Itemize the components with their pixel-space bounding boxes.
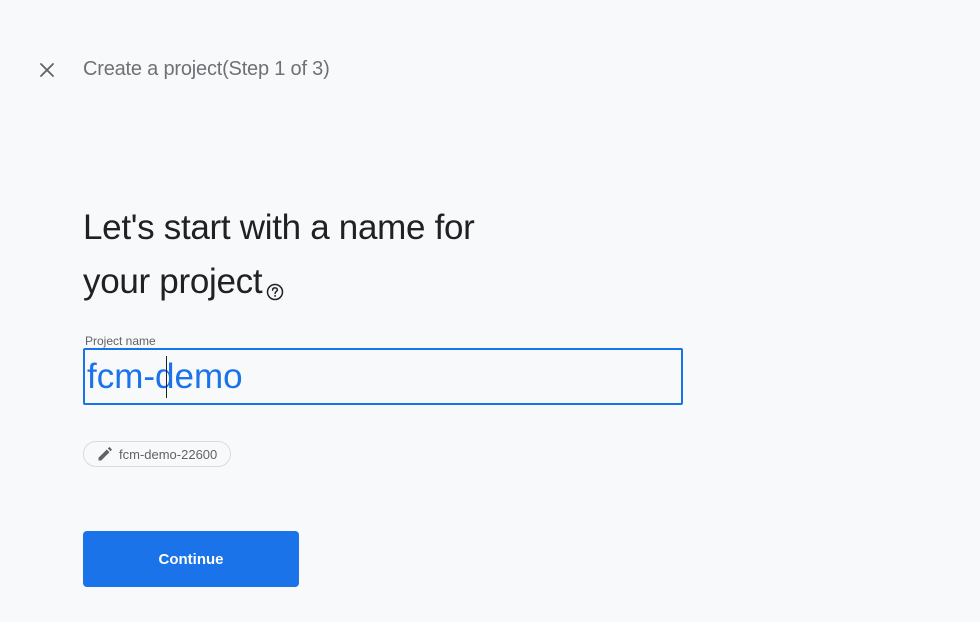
main-heading: Let's start with a name for your project [83, 201, 553, 309]
pencil-icon [96, 446, 113, 463]
help-circle-icon[interactable] [266, 263, 284, 301]
close-icon [40, 63, 54, 77]
create-project-page: Create a project(Step 1 of 3) Let's star… [0, 0, 980, 622]
project-name-label: Project name [85, 334, 156, 348]
heading-line-2: your project [83, 262, 263, 301]
page-title: Create a project(Step 1 of 3) [83, 58, 330, 80]
project-name-input[interactable] [83, 348, 683, 405]
project-id-chip[interactable]: fcm-demo-22600 [83, 441, 232, 467]
project-id-text: fcm-demo-22600 [119, 446, 218, 462]
text-cursor [166, 356, 167, 398]
continue-button[interactable]: Continue [83, 531, 299, 587]
heading-line-1: Let's start with a name for [83, 208, 475, 247]
close-button[interactable] [33, 56, 61, 84]
